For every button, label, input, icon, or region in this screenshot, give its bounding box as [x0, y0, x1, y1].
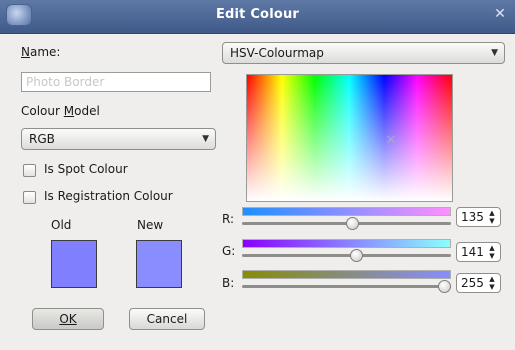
close-icon[interactable]: ✕	[491, 5, 509, 23]
new-label: New	[137, 218, 164, 232]
red-value: 135	[461, 210, 484, 224]
old-colour-swatch	[51, 240, 97, 288]
green-slider-track[interactable]	[242, 254, 451, 257]
spot-colour-checkbox[interactable]	[23, 164, 36, 177]
green-value: 141	[461, 245, 484, 259]
blue-slider-track[interactable]	[242, 285, 451, 288]
name-field[interactable]	[21, 72, 211, 92]
name-label: Name:	[21, 45, 61, 59]
green-label: G:	[222, 244, 236, 258]
cancel-button-label: Cancel	[146, 312, 188, 326]
colour-model-select[interactable]: RGB ▼	[21, 128, 216, 150]
spin-arrows-icon[interactable]: ▲ ▼	[487, 209, 497, 225]
blue-label: B:	[222, 276, 235, 290]
green-spinbox[interactable]: 141 ▲ ▼	[456, 242, 501, 262]
chevron-down-icon: ▼	[202, 134, 209, 144]
spot-colour-label: Is Spot Colour	[44, 162, 128, 176]
red-slider-handle[interactable]	[346, 217, 359, 230]
ok-button-label: OK	[59, 312, 77, 326]
blue-gradient-bar	[242, 270, 451, 279]
registration-colour-checkbox[interactable]	[23, 191, 36, 204]
blue-value: 255	[461, 276, 484, 290]
hsv-colour-map[interactable]: ✕	[246, 74, 453, 202]
red-label: R:	[222, 212, 235, 226]
red-spinbox[interactable]: 135 ▲ ▼	[456, 207, 501, 227]
colour-model-value: RGB	[29, 132, 55, 146]
colourmap-mode-select[interactable]: HSV-Colourmap ▼	[222, 42, 505, 64]
window-title: Edit Colour	[215, 7, 300, 22]
colourmap-mode-value: HSV-Colourmap	[230, 46, 324, 60]
cancel-button[interactable]: Cancel	[129, 308, 205, 330]
registration-colour-label: Is Registration Colour	[44, 189, 173, 203]
title-bar[interactable]: Edit Colour ✕	[0, 0, 515, 34]
blue-spinbox[interactable]: 255 ▲ ▼	[456, 273, 501, 293]
blue-slider-handle[interactable]	[438, 280, 451, 293]
spin-arrows-icon[interactable]: ▲ ▼	[487, 275, 497, 291]
new-colour-swatch	[136, 240, 182, 288]
green-gradient-bar	[242, 239, 451, 248]
crosshair-icon: ✕	[385, 133, 397, 148]
edit-colour-dialog: Edit Colour ✕ Name: Colour Model RGB ▼ I…	[0, 0, 515, 350]
old-label: Old	[51, 218, 72, 232]
colour-model-label: Colour Model	[21, 104, 100, 118]
red-gradient-bar	[242, 207, 451, 216]
chevron-down-icon: ▼	[491, 48, 498, 58]
green-slider-handle[interactable]	[350, 249, 363, 262]
ok-button[interactable]: OK	[32, 308, 104, 330]
spin-arrows-icon[interactable]: ▲ ▼	[487, 244, 497, 260]
